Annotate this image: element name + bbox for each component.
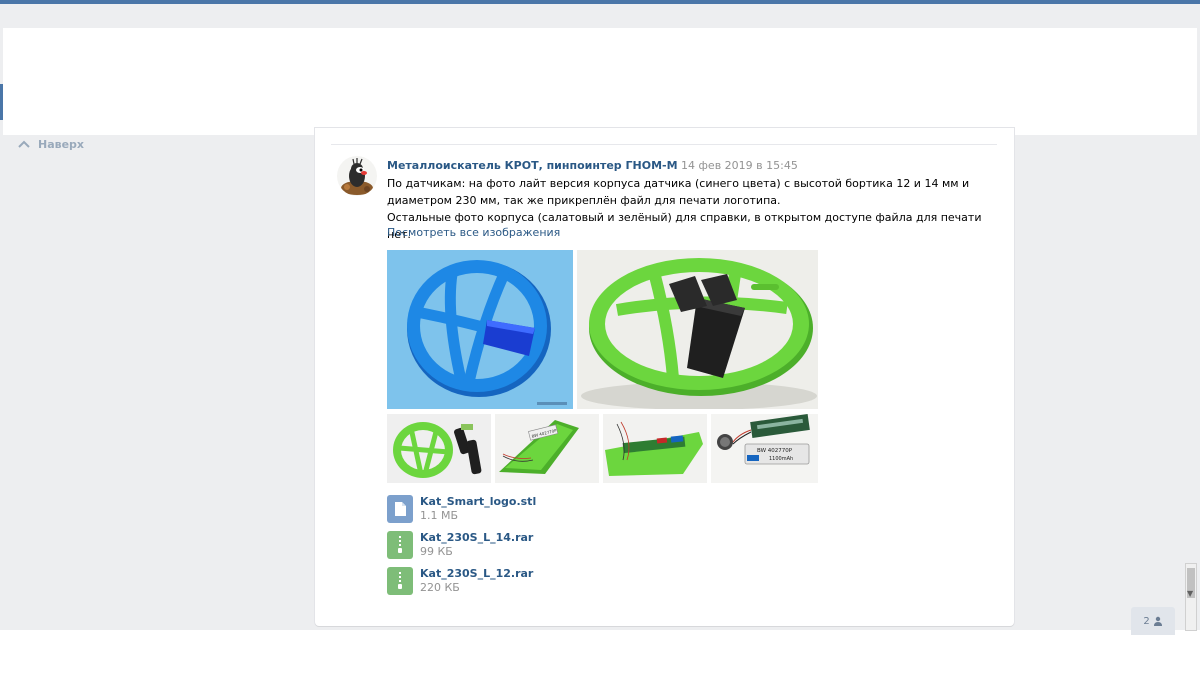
scroll-down-arrow-icon[interactable]: ▼ (1187, 590, 1193, 598)
photo-thumb-pcb[interactable] (603, 414, 707, 483)
post-card: Металлоискатель КРОТ, пинпоинтер ГНОМ-М … (315, 128, 1014, 626)
mole-avatar-icon (341, 158, 373, 195)
document-icon (387, 495, 413, 523)
users-icon (1153, 616, 1162, 626)
attachment-name[interactable]: Kat_Smart_logo.stl (420, 495, 536, 509)
viewers-counter[interactable]: 2 (1131, 607, 1175, 635)
attachment-name[interactable]: Kat_230S_L_14.rar (420, 531, 533, 545)
attachment-size: 99 КБ (420, 545, 453, 558)
post-author-link[interactable]: Металлоискатель КРОТ, пинпоинтер ГНОМ-М (387, 159, 678, 172)
attachment-size: 1.1 МБ (420, 509, 459, 522)
view-all-images-link[interactable]: Посмотреть все изображения (387, 225, 560, 240)
photo-thumb-sensor-parts[interactable] (387, 414, 491, 483)
battery-capacity-text: 1100mAh (769, 456, 793, 462)
photo-thumb-green-housing[interactable]: BW 402770P (495, 414, 599, 483)
attachment-size: 220 КБ (420, 581, 460, 594)
attachment-name[interactable]: Kat_230S_L_12.rar (420, 567, 533, 581)
photo-green-sensor[interactable] (577, 250, 818, 409)
archive-icon (387, 531, 413, 559)
archive-icon (387, 567, 413, 595)
battery-model-text: BW 402770P (757, 448, 793, 454)
header-strip (0, 0, 1200, 4)
avatar[interactable] (337, 156, 377, 196)
chevron-up-icon (18, 140, 30, 148)
back-to-top-label: Наверх (38, 137, 85, 151)
viewers-count: 2 (1143, 615, 1150, 627)
post-date[interactable]: 14 фев 2019 в 15:45 (681, 159, 798, 172)
header-blank-area (3, 28, 1197, 135)
bottom-blank-area (0, 630, 1200, 674)
page-scrollbar[interactable]: ▼ (1185, 563, 1197, 631)
back-to-top-link[interactable]: Наверх (18, 137, 84, 151)
post-header: Металлоискатель КРОТ, пинпоинтер ГНОМ-М … (387, 158, 798, 173)
post-text-paragraph-1: По датчикам: на фото лайт версия корпуса… (387, 177, 970, 207)
photo-blue-sensor[interactable] (387, 250, 573, 409)
photo-thumb-battery[interactable]: BW 402770P 1100mAh (711, 414, 818, 483)
post-divider (331, 144, 997, 145)
